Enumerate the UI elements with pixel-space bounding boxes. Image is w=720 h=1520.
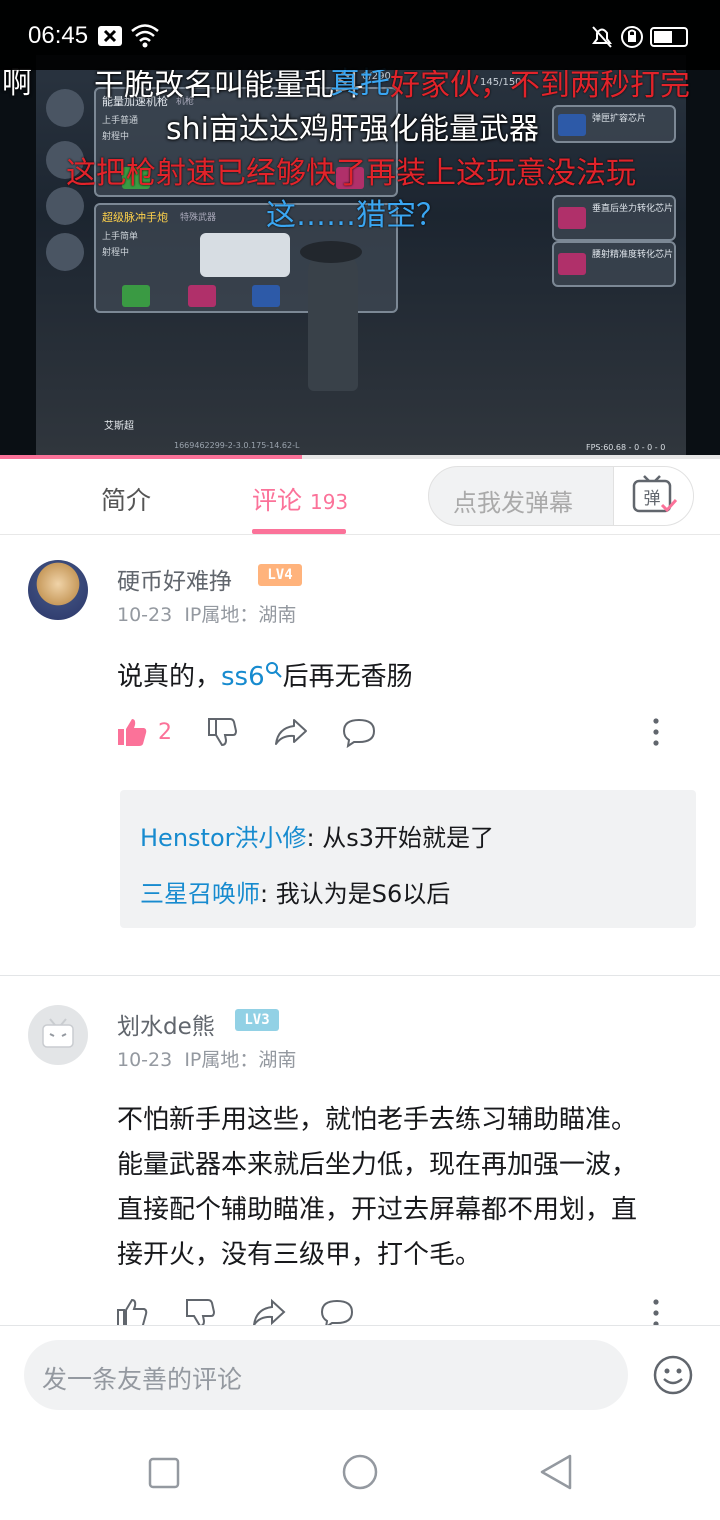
reply-username[interactable]: 三星召唤师	[140, 880, 260, 908]
chip-item: 垂直后坐力转化芯片	[552, 195, 676, 241]
comment-input-placeholder: 发一条友善的评论	[42, 1365, 243, 1394]
comment-actions: 2	[0, 716, 720, 756]
svg-text:弹: 弹	[644, 489, 661, 509]
more-vertical-icon	[653, 718, 659, 746]
tab-intro[interactable]: 简介	[101, 481, 151, 517]
reply-item[interactable]: 三星召唤师: 我认为是S6以后	[140, 874, 450, 909]
recent-apps-button[interactable]	[148, 1457, 180, 1493]
danmaku-comment: 这……猎空？	[266, 198, 446, 233]
level-badge: LV3	[235, 1009, 279, 1031]
comment-bubble-icon	[342, 718, 376, 749]
avatar[interactable]	[28, 560, 88, 620]
danmaku-input[interactable]: 点我发弹幕 弹	[428, 466, 694, 526]
dislike-button[interactable]	[184, 1297, 216, 1325]
more-vertical-icon	[653, 1299, 659, 1325]
comment-username[interactable]: 划水de熊	[117, 1007, 215, 1041]
game-side-icon	[46, 89, 84, 127]
divider	[0, 975, 720, 976]
comment-content: 说真的，ss6 后再无香肠	[117, 662, 413, 692]
comment-bubble-icon	[320, 1299, 354, 1325]
tab-comments-label: 评论	[252, 486, 303, 515]
comment-meta: 10-23 IP属地：湖南	[117, 604, 297, 626]
game-build-code: 1669462299-2-3.0.175-14.62-L	[174, 441, 300, 450]
battery-icon	[650, 27, 688, 47]
comment-compose-bar: 发一条友善的评论	[0, 1325, 720, 1425]
comment-input[interactable]: 发一条友善的评论	[24, 1340, 628, 1410]
thumbs-down-icon	[186, 1299, 216, 1325]
weapon-tag: 上手简单	[102, 232, 139, 242]
share-icon	[275, 719, 307, 745]
circle-icon	[342, 1454, 378, 1490]
share-button[interactable]	[274, 716, 308, 752]
search-link[interactable]: ss6	[221, 662, 283, 692]
reply-preview-box[interactable]: Henstor洪小修: 从s3开始就是了 三星召唤师: 我认为是S6以后	[120, 790, 696, 928]
fps-readout: FPS:60.68 - 0 - 0 - 0	[586, 443, 666, 452]
emoji-button[interactable]	[652, 1354, 694, 1400]
thumbs-up-icon	[118, 719, 147, 746]
comment-item: 硬币好难挣 LV4 10-23 IP属地：湖南 说真的，ss6 后再无香肠 2 H…	[0, 540, 720, 970]
home-button[interactable]	[341, 1453, 379, 1495]
game-side-icon	[46, 233, 84, 271]
share-icon	[253, 1298, 286, 1325]
reply-item[interactable]: Henstor洪小修: 从s3开始就是了	[140, 818, 494, 853]
like-count: 2	[158, 720, 172, 745]
like-button[interactable]	[116, 1297, 148, 1325]
mute-bell-icon	[590, 24, 614, 54]
comment-content: 不怕新手用这些，就怕老手去练习辅助瞄准。 能量武器本来就后坐力低，现在再加强一波…	[117, 1105, 638, 1270]
game-character	[308, 251, 358, 391]
system-nav-bar	[0, 1425, 720, 1520]
emoji-icon	[653, 1355, 693, 1395]
danmaku-comment: 这把枪射速已经够快了再装上这玩意没法玩	[66, 156, 636, 191]
weapon-type: 特殊武器	[180, 213, 217, 223]
like-button[interactable]	[116, 716, 148, 752]
comment-meta: 10-23 IP属地：湖南	[117, 1049, 297, 1071]
chip-item: 弹匣扩容芯片	[552, 105, 676, 143]
share-button[interactable]	[252, 1297, 286, 1325]
player-name: 艾斯超	[104, 421, 134, 432]
chip-item: 腰射精准度转化芯片	[552, 241, 676, 287]
game-side-icon	[46, 187, 84, 225]
weapon-name: 超级脉冲手炮	[102, 211, 168, 224]
dislike-button[interactable]	[206, 716, 238, 752]
weapon-tag: 射程中	[102, 132, 130, 142]
weapon-tag: 上手普通	[102, 116, 139, 126]
default-avatar-icon	[42, 1018, 74, 1048]
reply-username[interactable]: Henstor洪小修	[140, 824, 307, 852]
danmaku-comment: shi亩达达鸡肝强化能量武器	[166, 112, 539, 147]
more-button[interactable]	[650, 1297, 662, 1325]
danmaku-input-placeholder: 点我发弹幕	[453, 489, 573, 517]
comment-actions	[0, 1297, 720, 1325]
weapon-image	[200, 233, 290, 277]
tab-comments[interactable]: 评论 193	[252, 481, 348, 517]
thumbs-up-icon	[117, 1298, 148, 1325]
triangle-back-icon	[540, 1454, 572, 1490]
lock-rotation-icon	[620, 24, 644, 54]
status-time: 06:45	[28, 22, 89, 49]
avatar[interactable]	[28, 1005, 88, 1065]
back-button[interactable]	[538, 1453, 574, 1495]
danmaku-tv-icon: 弹	[632, 475, 678, 513]
notification-icon	[98, 26, 122, 46]
square-icon	[148, 1457, 180, 1489]
search-icon	[265, 662, 282, 678]
reply-button[interactable]	[320, 1297, 354, 1325]
thumbs-down-icon	[208, 718, 238, 747]
comment-username[interactable]: 硬币好难挣	[117, 562, 232, 596]
more-button[interactable]	[650, 716, 662, 752]
weapon-tag: 射程中	[102, 248, 130, 258]
comment-count: 193	[309, 490, 349, 514]
reply-button[interactable]	[342, 716, 376, 752]
level-badge: LV4	[258, 564, 302, 586]
status-bar: 06:45	[0, 0, 720, 70]
tab-active-indicator	[252, 529, 346, 534]
wifi-icon	[130, 22, 160, 52]
danmaku-send-button[interactable]: 弹	[613, 467, 693, 525]
comment-item: 划水de熊 LV3 10-23 IP属地：湖南 不怕新手用这些，就怕老手去练习辅…	[0, 985, 720, 1325]
